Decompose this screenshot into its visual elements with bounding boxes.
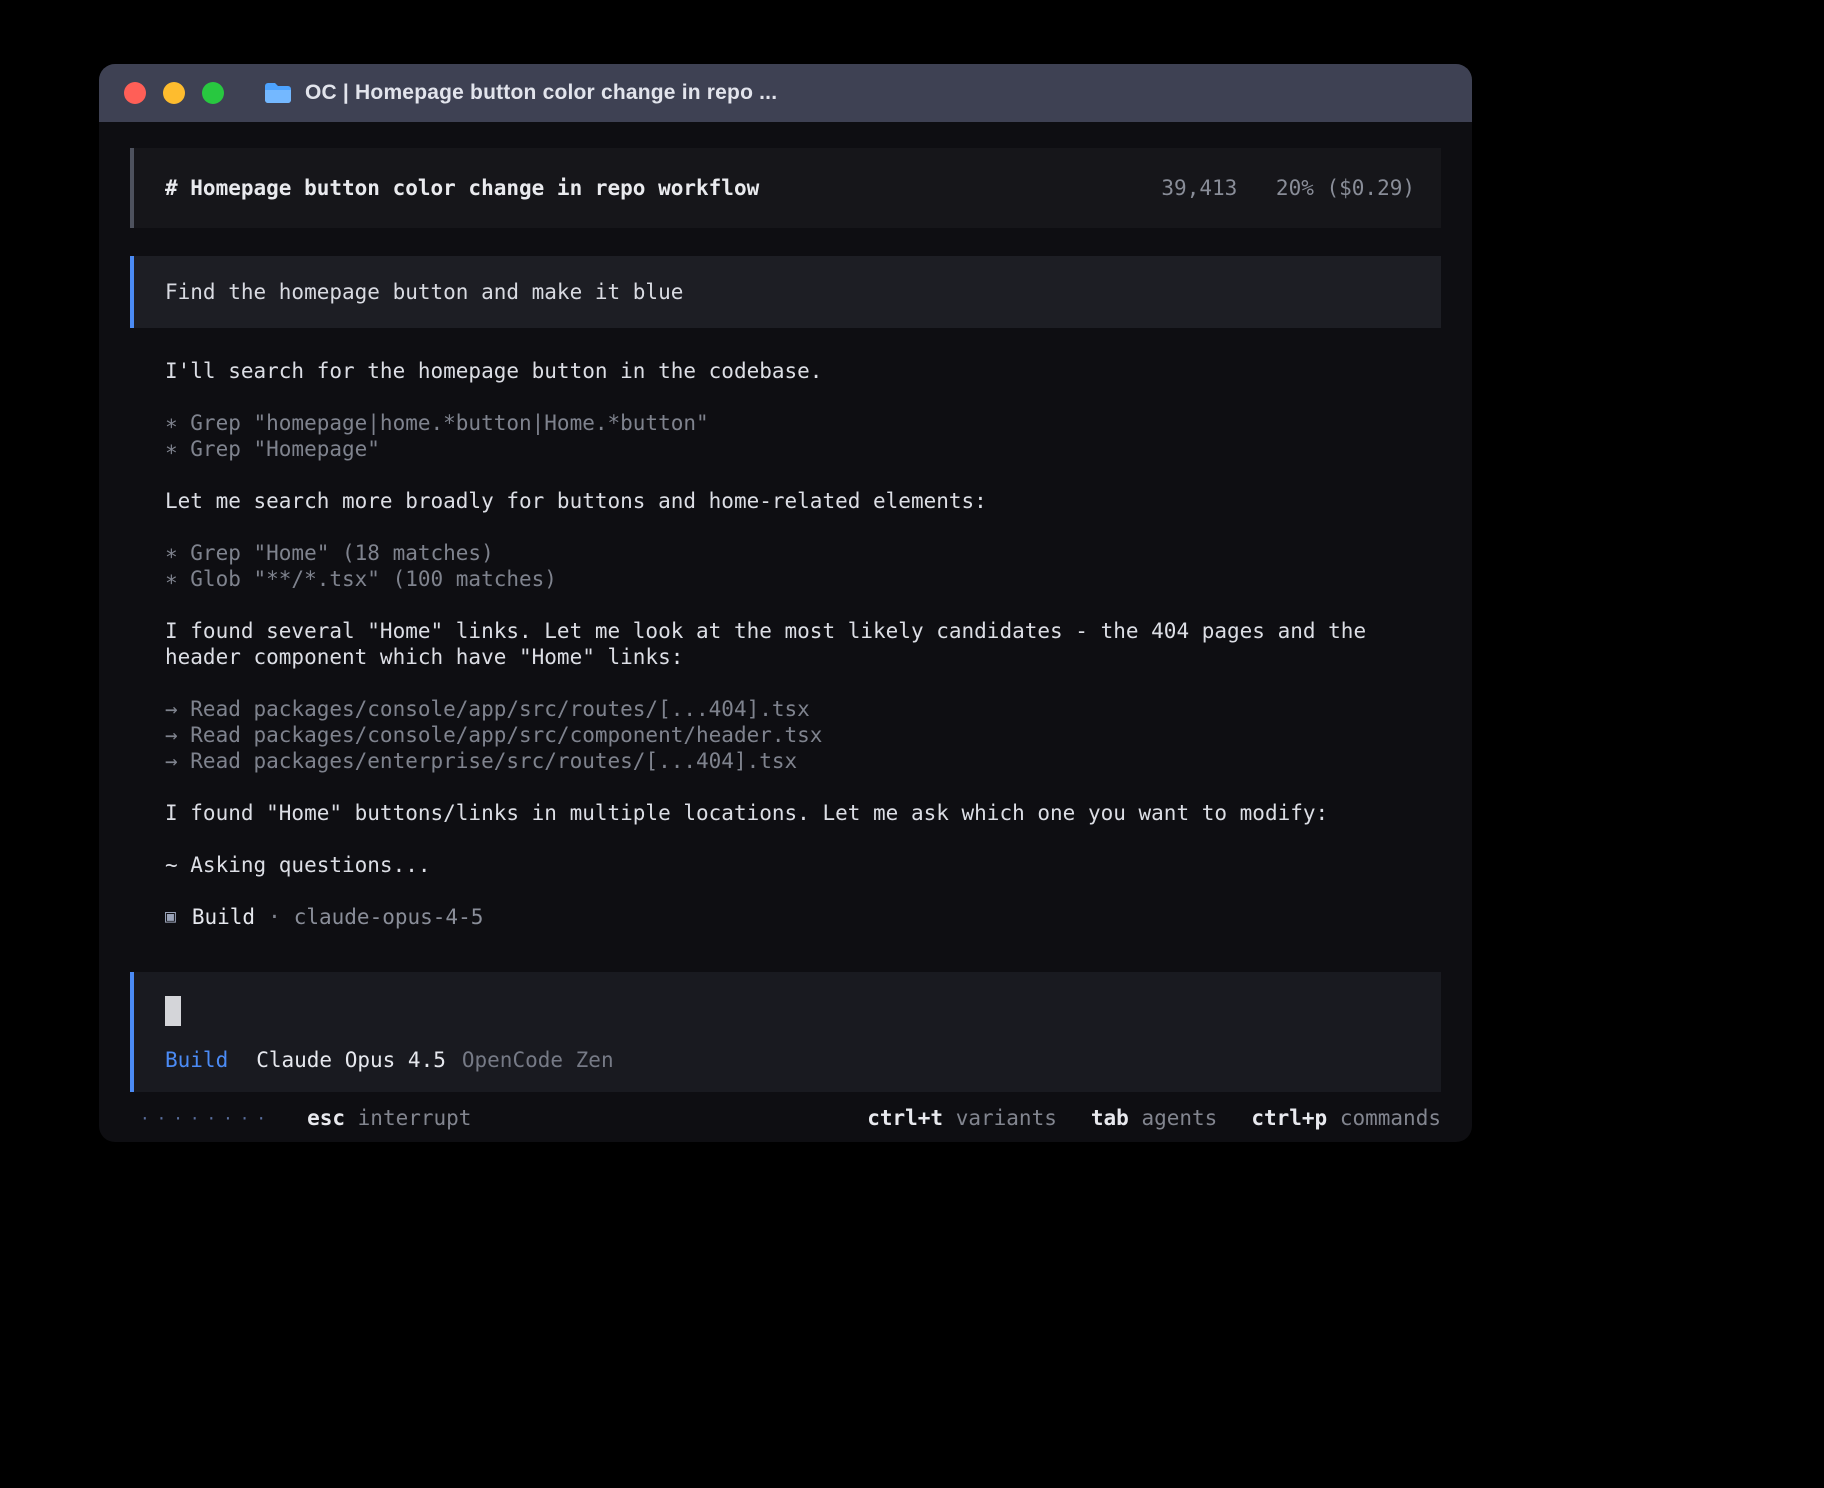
tool-call-grep: ∗ Grep "Homepage": [165, 436, 1441, 462]
tool-call-group: ∗ Grep "homepage|home.*button|Home.*butt…: [165, 410, 1441, 462]
minimize-button[interactable]: [163, 82, 185, 104]
zoom-button[interactable]: [202, 82, 224, 104]
token-count: 39,413: [1161, 176, 1237, 200]
window-title: OC | Homepage button color change in rep…: [264, 81, 777, 105]
tool-call-read: → Read packages/enterprise/src/routes/[.…: [165, 748, 1441, 774]
context-usage: 20% ($0.29): [1276, 176, 1415, 200]
agent-name: Build: [192, 904, 255, 930]
agent-icon: ▣: [165, 904, 176, 930]
close-button[interactable]: [124, 82, 146, 104]
assistant-paragraph: I'll search for the homepage button in t…: [165, 358, 1441, 384]
user-message: Find the homepage button and make it blu…: [130, 256, 1441, 328]
hint-variants: ctrl+t variants: [867, 1106, 1057, 1130]
tool-call-grep: ∗ Grep "homepage|home.*button|Home.*butt…: [165, 410, 1441, 436]
model-label: Claude Opus 4.5: [256, 1048, 446, 1072]
tool-call-group: → Read packages/console/app/src/routes/[…: [165, 696, 1441, 774]
tool-call-group: ∗ Grep "Home" (18 matches) ∗ Glob "**/*.…: [165, 540, 1441, 592]
traffic-lights: [124, 82, 224, 104]
dot-separator: ·: [268, 904, 281, 930]
session-header: # Homepage button color change in repo w…: [130, 148, 1441, 228]
folder-icon: [264, 82, 292, 104]
status-bar-left: ········ esc interrupt: [130, 1106, 471, 1130]
tool-call-glob: ∗ Glob "**/*.tsx" (100 matches): [165, 566, 1441, 592]
hint-agents: tab agents: [1091, 1106, 1217, 1130]
hint-commands: ctrl+p commands: [1251, 1106, 1441, 1130]
assistant-paragraph: Let me search more broadly for buttons a…: [165, 488, 1441, 514]
session-title: # Homepage button color change in repo w…: [165, 176, 759, 200]
hint-interrupt: esc interrupt: [307, 1106, 471, 1130]
assistant-activity: ~ Asking questions...: [165, 852, 1441, 878]
assistant-paragraph: I found several "Home" links. Let me loo…: [165, 618, 1441, 670]
tool-call-read: → Read packages/console/app/src/componen…: [165, 722, 1441, 748]
provider-label: OpenCode Zen: [462, 1048, 614, 1072]
user-message-text: Find the homepage button and make it blu…: [165, 280, 683, 304]
session-stats: 39,413 20% ($0.29): [1161, 176, 1415, 200]
status-bar-right: ctrl+t variants tab agents ctrl+p comman…: [867, 1106, 1441, 1130]
prompt-input[interactable]: Build Claude Opus 4.5 OpenCode Zen: [130, 972, 1441, 1092]
tool-call-read: → Read packages/console/app/src/routes/[…: [165, 696, 1441, 722]
agent-status-line: ▣ Build · claude-opus-4-5: [165, 904, 1441, 930]
status-bar: ········ esc interrupt ctrl+t variants t…: [130, 1092, 1441, 1142]
window-title-text: OC | Homepage button color change in rep…: [305, 81, 777, 105]
agent-mode-label: Build: [165, 1048, 228, 1072]
assistant-response: I'll search for the homepage button in t…: [130, 328, 1441, 956]
tool-call-grep: ∗ Grep "Home" (18 matches): [165, 540, 1441, 566]
progress-dots: ········: [140, 1109, 273, 1128]
text-cursor: [165, 996, 181, 1026]
titlebar: OC | Homepage button color change in rep…: [99, 64, 1472, 122]
terminal-content: # Homepage button color change in repo w…: [99, 122, 1472, 1142]
assistant-paragraph: I found "Home" buttons/links in multiple…: [165, 800, 1441, 826]
agent-model: claude-opus-4-5: [294, 904, 484, 930]
terminal-window: OC | Homepage button color change in rep…: [99, 64, 1472, 1142]
input-meta: Build Claude Opus 4.5 OpenCode Zen: [165, 1048, 1441, 1072]
